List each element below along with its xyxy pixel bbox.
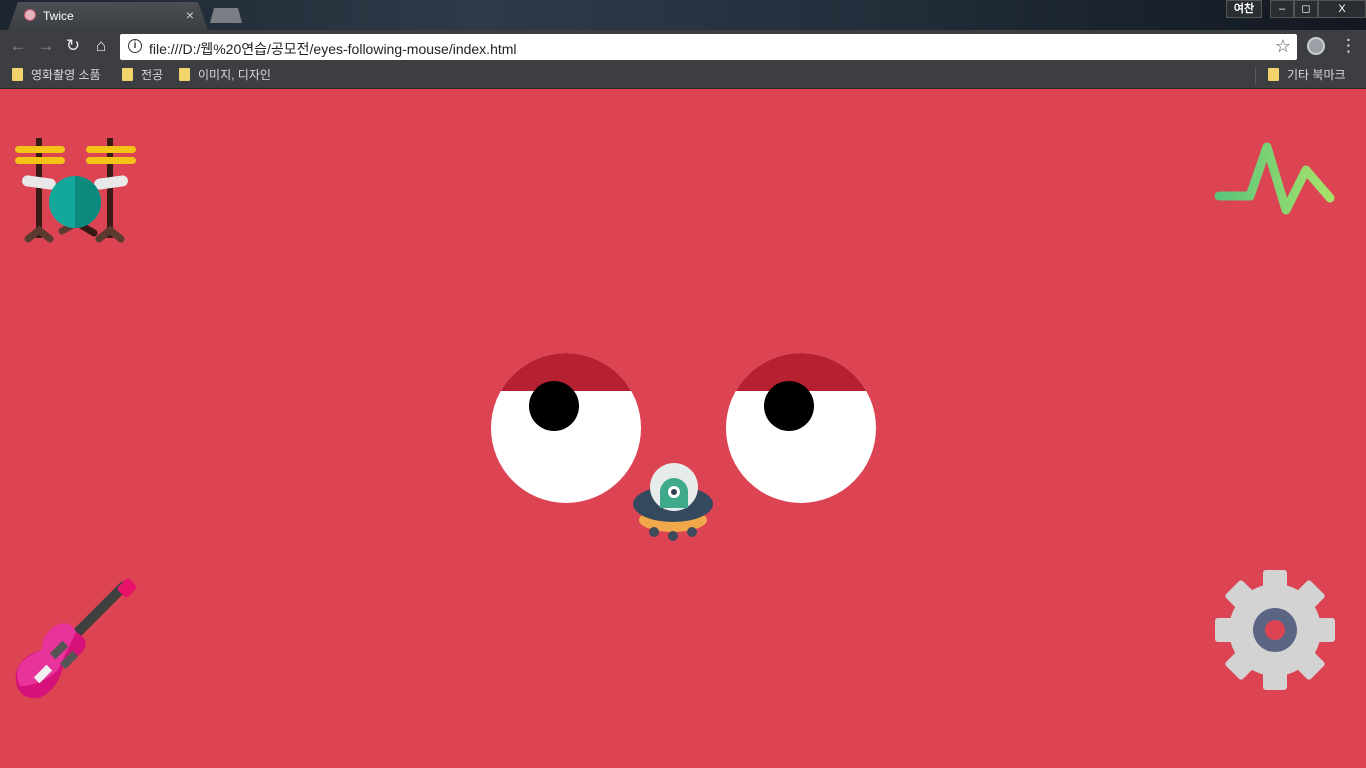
new-tab-button[interactable] — [210, 8, 242, 23]
folder-icon — [12, 68, 23, 81]
reload-icon[interactable]: ↻ — [63, 36, 83, 56]
restore-button[interactable]: ◻ — [1294, 0, 1318, 18]
bookmark-star-icon[interactable]: ☆ — [1275, 36, 1291, 57]
bookmark-label: 이미지, 디자인 — [198, 68, 271, 82]
folder-icon — [122, 68, 133, 81]
left-pupil — [529, 381, 579, 431]
bookmark-folder-image-design[interactable]: 이미지, 디자인 — [179, 68, 271, 84]
ufo-icon — [633, 463, 713, 541]
back-icon[interactable]: ← — [8, 36, 28, 56]
folder-icon — [179, 68, 190, 81]
folder-icon — [1268, 68, 1279, 81]
address-bar[interactable]: i file:///D:/웹%20연습/공모전/eyes-following-m… — [120, 34, 1297, 60]
gear-icon — [1215, 570, 1335, 690]
other-bookmarks[interactable]: 기타 북마크 — [1268, 68, 1346, 84]
minimize-button[interactable]: – — [1270, 0, 1294, 18]
bookmark-label: 전공 — [141, 68, 164, 82]
other-bookmarks-label: 기타 북마크 — [1287, 68, 1346, 82]
pulse-line-icon — [1214, 142, 1335, 215]
extension-globe-icon[interactable] — [1307, 37, 1325, 55]
guitar-icon — [15, 578, 137, 699]
bookmark-label: 영화촬영 소품 — [31, 68, 101, 82]
left-eye — [491, 353, 641, 503]
tab-close-icon[interactable]: × — [186, 7, 194, 23]
ime-indicator[interactable]: 여찬 — [1226, 0, 1262, 18]
tab-title: Twice — [43, 9, 74, 23]
right-pupil — [764, 381, 814, 431]
drums-icon — [15, 138, 136, 243]
right-eye — [726, 353, 876, 503]
bookmark-folder-movie-props[interactable]: 영화촬영 소품 — [12, 68, 101, 84]
title-bar: Twice × 여찬 – ◻ X — [0, 0, 1366, 30]
menu-icon[interactable]: ⋮ — [1340, 36, 1357, 56]
bookmark-folder-major[interactable]: 전공 — [122, 68, 163, 84]
bookmarks-bar: 영화촬영 소품 전공 이미지, 디자인 기타 북마크 — [0, 63, 1366, 89]
page-canvas[interactable] — [0, 90, 1366, 768]
home-icon[interactable]: ⌂ — [91, 36, 111, 56]
address-url[interactable]: file:///D:/웹%20연습/공모전/eyes-following-mou… — [149, 39, 517, 59]
bookmarks-divider — [1255, 68, 1256, 84]
close-window-button[interactable]: X — [1318, 0, 1366, 18]
site-info-icon[interactable]: i — [128, 39, 142, 53]
browser-tab-twice[interactable]: Twice × — [8, 2, 208, 30]
forward-icon[interactable]: → — [36, 36, 56, 56]
browser-toolbar: ← → ↻ ⌂ i file:///D:/웹%20연습/공모전/eyes-fol… — [0, 30, 1366, 63]
tab-favicon-icon — [24, 9, 36, 21]
